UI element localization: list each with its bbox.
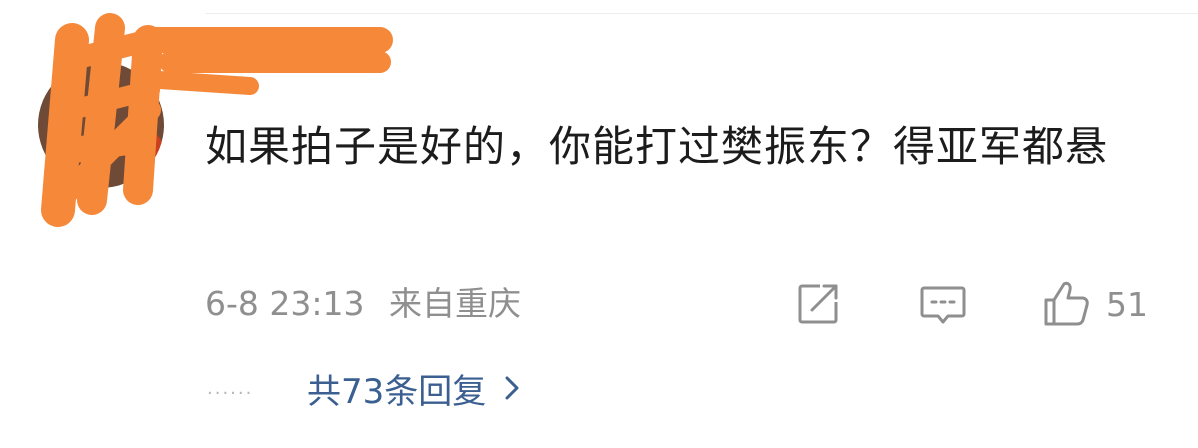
view-replies-link[interactable]: 共73条回复 [307,364,520,413]
like-count: 51 [1106,284,1148,324]
comment-location: 来自重庆 [389,284,521,323]
replies-label: 共73条回复 [307,371,487,412]
replies-row: ...... 共73条回复 [207,360,520,416]
avatar-detail [134,132,164,172]
chevron-right-icon [505,376,519,400]
share-button[interactable] [794,278,842,330]
comment-date: 6-8 23:13 [205,284,365,323]
share-icon [798,284,838,324]
avatar[interactable] [38,62,164,188]
thumbs-up-icon [1044,281,1089,326]
comment-text: 如果拍子是好的，你能打过樊振东？得亚军都悬 [205,122,1109,171]
comment-meta: 6-8 23:13 来自重庆 [205,282,521,326]
top-divider [205,13,1198,14]
replies-dots: ...... [207,377,254,399]
like-button[interactable]: 51 [1040,278,1148,330]
comment-icon [920,286,966,324]
reply-button[interactable] [918,278,968,330]
